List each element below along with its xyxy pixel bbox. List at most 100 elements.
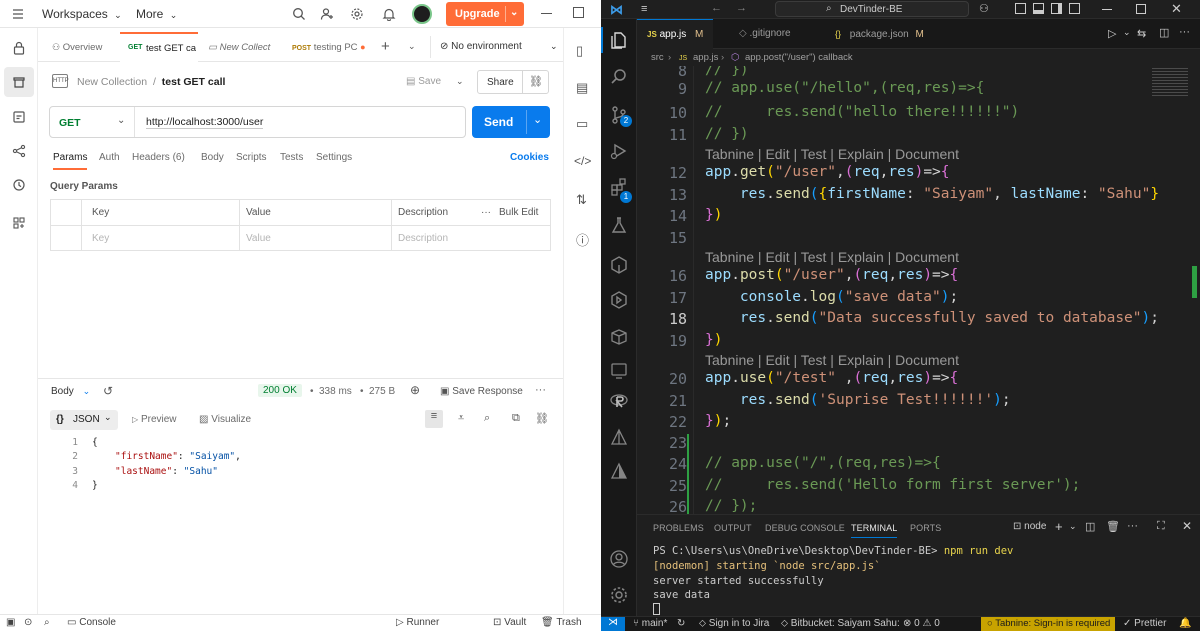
visualize-button[interactable]: ▨ Visualize: [199, 414, 251, 425]
chevron-down-icon[interactable]: ⌄: [1123, 27, 1131, 38]
save-response-button[interactable]: ▣ Save Response: [440, 386, 523, 397]
triangle-solid-icon[interactable]: [609, 461, 629, 481]
console-button[interactable]: ▭ Console: [67, 617, 116, 628]
status-badge[interactable]: 200 OK: [258, 384, 302, 397]
vault-button[interactable]: ⊡ Vault: [493, 617, 526, 628]
tabnine-status[interactable]: ○ Tabnine: Sign-in is required: [981, 617, 1115, 631]
find-icon[interactable]: ⌕: [44, 617, 50, 628]
lock-icon[interactable]: [12, 41, 26, 55]
breadcrumb-file[interactable]: app.js: [693, 49, 718, 66]
preview-button[interactable]: ▷ Preview: [132, 414, 177, 425]
notifications-bell-icon[interactable]: 🔔: [1179, 618, 1191, 629]
kill-terminal-trash-icon[interactable]: 🗑: [1106, 520, 1120, 533]
collections-rail-item[interactable]: [4, 67, 34, 97]
url-input[interactable]: http://localhost:3000/user: [146, 116, 264, 129]
split-terminal-icon[interactable]: ◫: [1085, 520, 1095, 533]
customize-layout-icon[interactable]: [1069, 3, 1080, 14]
close-icon[interactable]: ✕: [1171, 1, 1182, 17]
tab-debug-console[interactable]: DEBUG CONSOLE: [765, 523, 845, 533]
menu-icon[interactable]: ≡: [641, 3, 647, 15]
tab-gitignore[interactable]: ◇ .gitignore: [729, 19, 822, 49]
minimize-icon[interactable]: [541, 13, 552, 14]
documentation-icon[interactable]: ▯: [576, 43, 583, 59]
search-icon[interactable]: [292, 7, 306, 21]
notes-icon[interactable]: ▤: [576, 80, 588, 96]
tab-body[interactable]: Body: [201, 152, 224, 163]
tab-ports[interactable]: PORTS: [910, 523, 941, 533]
remote-indicator-icon[interactable]: ⋊: [601, 617, 625, 631]
r-language-icon[interactable]: [609, 391, 629, 411]
new-tab-plus-icon[interactable]: +: [381, 38, 390, 55]
save-options-chevron-icon[interactable]: ⌄: [456, 76, 464, 87]
environment-selector[interactable]: ⊘ No environment ⌄: [440, 41, 558, 52]
branch-indicator[interactable]: ⑂ main*: [633, 618, 667, 629]
more-options-icon[interactable]: ···: [535, 384, 546, 396]
explorer-icon[interactable]: [609, 30, 629, 50]
workspaces-menu[interactable]: Workspaces ⌄: [42, 7, 122, 21]
info-icon[interactable]: ⓘ: [576, 230, 589, 249]
upgrade-button[interactable]: Upgrade ⌄: [446, 2, 524, 26]
search-icon[interactable]: [609, 67, 629, 87]
tab-package-json[interactable]: {} package.json M: [825, 19, 935, 49]
tab-headers[interactable]: Headers (6): [132, 152, 185, 163]
remote-explorer-icon[interactable]: [609, 361, 629, 381]
tab-overflow-chevron-icon[interactable]: ⌄: [408, 41, 416, 52]
send-button[interactable]: Send: [484, 115, 513, 129]
settings-gear-icon[interactable]: [350, 7, 364, 21]
code-icon[interactable]: </>: [574, 154, 591, 168]
tab-problems[interactable]: PROBLEMS: [653, 523, 704, 533]
trash-button[interactable]: 🗑 Trash: [541, 617, 582, 628]
bulk-edit-button[interactable]: ··· Bulk Edit: [481, 207, 538, 218]
tab-output[interactable]: OUTPUT: [714, 523, 752, 533]
triangle-icon[interactable]: [609, 427, 629, 447]
description-input[interactable]: Description: [398, 233, 448, 244]
tab-auth[interactable]: Auth: [99, 152, 120, 163]
tab-overview[interactable]: ⚇ Overview: [52, 42, 102, 53]
forward-arrow-icon[interactable]: →: [736, 2, 747, 14]
method-select[interactable]: GET: [59, 117, 81, 129]
tab-new-collection[interactable]: ▭ New Collect: [208, 42, 270, 53]
apps-grid-icon[interactable]: [12, 216, 26, 230]
toggle-secondary-sidebar-icon[interactable]: [1051, 3, 1062, 14]
prettier-status[interactable]: ✓ Prettier: [1123, 618, 1166, 629]
copy-link-icon[interactable]: ⛓: [529, 75, 543, 88]
command-center-search[interactable]: ⌕ DevTinder-BE: [775, 1, 969, 17]
response-body-dropdown[interactable]: Body ⌄: [51, 386, 90, 397]
toggle-panel-icon[interactable]: [1033, 3, 1044, 14]
save-button[interactable]: ▤ Save: [406, 76, 441, 87]
run-file-icon[interactable]: ▷: [1108, 27, 1116, 40]
tab-scripts[interactable]: Scripts: [236, 152, 267, 163]
new-terminal-plus-icon[interactable]: +: [1055, 519, 1063, 534]
breadcrumb-symbol[interactable]: app.post("/user") callback: [745, 49, 853, 66]
sidebar-toggle-icon[interactable]: ▣: [6, 617, 15, 628]
avatar[interactable]: [412, 4, 432, 24]
tabnine-codelens[interactable]: Tabnine | Edit | Test | Explain | Docume…: [705, 352, 959, 368]
runner-button[interactable]: ▷ Runner: [396, 617, 439, 628]
maximize-panel-icon[interactable]: ⛶: [1157, 520, 1165, 533]
accounts-icon[interactable]: [609, 549, 629, 569]
tab-tests[interactable]: Tests: [280, 152, 303, 163]
problems-indicator[interactable]: ⊗ 0 ⚠ 0: [903, 618, 940, 629]
send-options-chevron-icon[interactable]: ⌄: [533, 113, 542, 126]
value-input[interactable]: Value: [246, 233, 271, 244]
maximize-icon[interactable]: [573, 7, 584, 18]
more-actions-icon[interactable]: ···: [1127, 520, 1138, 532]
terminal-instance[interactable]: ⊡ node: [1013, 521, 1046, 532]
sync-icon[interactable]: ↻: [677, 618, 685, 629]
deploy-hexagon-icon[interactable]: [609, 290, 629, 310]
cookies-link[interactable]: Cookies: [510, 152, 549, 163]
more-menu[interactable]: More ⌄: [136, 7, 177, 21]
response-size[interactable]: 275 B: [369, 386, 395, 397]
tab-test-get-call[interactable]: GET test GET ca: [120, 32, 198, 62]
back-arrow-icon[interactable]: ←: [711, 2, 722, 14]
invite-user-icon[interactable]: [320, 7, 334, 21]
format-select[interactable]: {} JSON ⌄: [50, 410, 118, 430]
key-input[interactable]: Key: [92, 233, 109, 244]
wrap-lines-icon[interactable]: ≡: [425, 410, 443, 428]
tab-params[interactable]: Params: [53, 152, 88, 170]
open-changes-icon[interactable]: ⇆: [1137, 27, 1146, 40]
tabnine-codelens[interactable]: Tabnine | Edit | Test | Explain | Docume…: [705, 146, 959, 162]
copilot-icon[interactable]: ⚇: [979, 2, 989, 15]
hamburger-menu-icon[interactable]: [11, 7, 25, 21]
tab-settings[interactable]: Settings: [316, 152, 352, 163]
